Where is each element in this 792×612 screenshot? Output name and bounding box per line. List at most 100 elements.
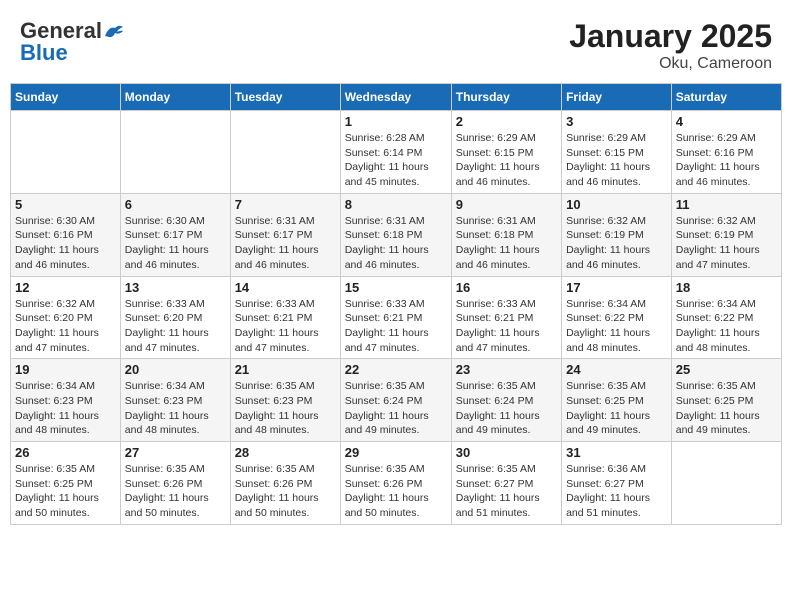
day-info: Sunrise: 6:33 AM Sunset: 6:20 PM Dayligh… <box>125 297 226 356</box>
day-number: 17 <box>566 280 667 295</box>
day-info: Sunrise: 6:34 AM Sunset: 6:23 PM Dayligh… <box>15 379 116 438</box>
day-info: Sunrise: 6:35 AM Sunset: 6:26 PM Dayligh… <box>235 462 336 521</box>
day-number: 18 <box>676 280 777 295</box>
day-info: Sunrise: 6:29 AM Sunset: 6:16 PM Dayligh… <box>676 131 777 190</box>
day-number: 7 <box>235 197 336 212</box>
calendar-cell: 9 Sunrise: 6:31 AM Sunset: 6:18 PM Daylig… <box>451 193 561 276</box>
day-number: 21 <box>235 362 336 377</box>
day-info: Sunrise: 6:34 AM Sunset: 6:22 PM Dayligh… <box>566 297 667 356</box>
day-number: 1 <box>345 114 447 129</box>
calendar-cell: 27Sunrise: 6:35 AM Sunset: 6:26 PM Dayli… <box>120 442 230 525</box>
calendar-cell <box>230 111 340 194</box>
calendar-week-row: 19 Sunrise: 6:34 AM Sunset: 6:23 PM Dayli… <box>11 359 782 442</box>
day-number: 15 <box>345 280 447 295</box>
calendar-cell: 29 Sunrise: 6:35 AM Sunset: 6:26 PM Dayli… <box>340 442 451 525</box>
calendar-cell: 22 Sunrise: 6:35 AM Sunset: 6:24 PM Dayli… <box>340 359 451 442</box>
calendar-cell: 12 Sunrise: 6:32 AM Sunset: 6:20 PM Dayli… <box>11 276 121 359</box>
calendar-cell: 21 Sunrise: 6:35 AM Sunset: 6:23 PM Dayli… <box>230 359 340 442</box>
calendar-cell: 3 Sunrise: 6:29 AM Sunset: 6:15 PM Daylig… <box>562 111 672 194</box>
calendar-cell: 18 Sunrise: 6:34 AM Sunset: 6:22 PM Dayli… <box>671 276 781 359</box>
day-info: Sunrise: 6:34 AM Sunset: 6:23 PM Dayligh… <box>125 379 226 438</box>
logo-blue: Blue <box>20 40 68 66</box>
calendar-cell: 26 Sunrise: 6:35 AM Sunset: 6:25 PM Dayli… <box>11 442 121 525</box>
col-thursday: Thursday <box>451 84 561 111</box>
calendar-cell: 20 Sunrise: 6:34 AM Sunset: 6:23 PM Dayli… <box>120 359 230 442</box>
calendar-cell: 30Sunrise: 6:35 AM Sunset: 6:27 PM Dayli… <box>451 442 561 525</box>
calendar-title: January 2025 <box>569 18 772 55</box>
calendar-cell: 10Sunrise: 6:32 AM Sunset: 6:19 PM Dayli… <box>562 193 672 276</box>
col-saturday: Saturday <box>671 84 781 111</box>
day-info: Sunrise: 6:30 AM Sunset: 6:16 PM Dayligh… <box>15 214 116 273</box>
calendar-cell: 31Sunrise: 6:36 AM Sunset: 6:27 PM Dayli… <box>562 442 672 525</box>
day-info: Sunrise: 6:31 AM Sunset: 6:18 PM Dayligh… <box>345 214 447 273</box>
calendar-subtitle: Oku, Cameroon <box>569 55 772 73</box>
day-number: 30 <box>456 445 557 460</box>
day-number: 3 <box>566 114 667 129</box>
day-number: 25 <box>676 362 777 377</box>
day-number: 19 <box>15 362 116 377</box>
logo-bird-icon <box>103 22 125 40</box>
day-number: 4 <box>676 114 777 129</box>
title-block: January 2025 Oku, Cameroon <box>569 18 772 73</box>
col-friday: Friday <box>562 84 672 111</box>
day-number: 27 <box>125 445 226 460</box>
weekday-header-row: Sunday Monday Tuesday Wednesday Thursday… <box>11 84 782 111</box>
calendar-cell: 17 Sunrise: 6:34 AM Sunset: 6:22 PM Dayli… <box>562 276 672 359</box>
calendar-week-row: 5Sunrise: 6:30 AM Sunset: 6:16 PM Daylig… <box>11 193 782 276</box>
day-number: 22 <box>345 362 447 377</box>
col-monday: Monday <box>120 84 230 111</box>
day-number: 28 <box>235 445 336 460</box>
day-number: 31 <box>566 445 667 460</box>
day-number: 29 <box>345 445 447 460</box>
calendar-cell: 23 Sunrise: 6:35 AM Sunset: 6:24 PM Dayli… <box>451 359 561 442</box>
day-number: 20 <box>125 362 226 377</box>
day-info: Sunrise: 6:34 AM Sunset: 6:22 PM Dayligh… <box>676 297 777 356</box>
day-info: Sunrise: 6:33 AM Sunset: 6:21 PM Dayligh… <box>345 297 447 356</box>
calendar-table: Sunday Monday Tuesday Wednesday Thursday… <box>10 83 782 525</box>
day-number: 24 <box>566 362 667 377</box>
day-number: 8 <box>345 197 447 212</box>
col-wednesday: Wednesday <box>340 84 451 111</box>
calendar-cell: 25 Sunrise: 6:35 AM Sunset: 6:25 PM Dayli… <box>671 359 781 442</box>
day-number: 11 <box>676 197 777 212</box>
day-info: Sunrise: 6:29 AM Sunset: 6:15 PM Dayligh… <box>566 131 667 190</box>
logo: General Blue <box>20 18 125 66</box>
day-number: 16 <box>456 280 557 295</box>
day-number: 6 <box>125 197 226 212</box>
calendar-cell: 16Sunrise: 6:33 AM Sunset: 6:21 PM Dayli… <box>451 276 561 359</box>
day-info: Sunrise: 6:35 AM Sunset: 6:25 PM Dayligh… <box>15 462 116 521</box>
day-info: Sunrise: 6:32 AM Sunset: 6:20 PM Dayligh… <box>15 297 116 356</box>
calendar-cell: 11Sunrise: 6:32 AM Sunset: 6:19 PM Dayli… <box>671 193 781 276</box>
col-tuesday: Tuesday <box>230 84 340 111</box>
calendar-week-row: 26 Sunrise: 6:35 AM Sunset: 6:25 PM Dayli… <box>11 442 782 525</box>
day-info: Sunrise: 6:28 AM Sunset: 6:14 PM Dayligh… <box>345 131 447 190</box>
calendar-cell: 28 Sunrise: 6:35 AM Sunset: 6:26 PM Dayli… <box>230 442 340 525</box>
calendar-cell: 1 Sunrise: 6:28 AM Sunset: 6:14 PM Daylig… <box>340 111 451 194</box>
page-header: General Blue January 2025 Oku, Cameroon <box>10 10 782 77</box>
calendar-cell: 7 Sunrise: 6:31 AM Sunset: 6:17 PM Daylig… <box>230 193 340 276</box>
calendar-cell: 13Sunrise: 6:33 AM Sunset: 6:20 PM Dayli… <box>120 276 230 359</box>
day-info: Sunrise: 6:30 AM Sunset: 6:17 PM Dayligh… <box>125 214 226 273</box>
day-info: Sunrise: 6:31 AM Sunset: 6:17 PM Dayligh… <box>235 214 336 273</box>
calendar-cell: 14Sunrise: 6:33 AM Sunset: 6:21 PM Dayli… <box>230 276 340 359</box>
day-number: 26 <box>15 445 116 460</box>
day-info: Sunrise: 6:35 AM Sunset: 6:24 PM Dayligh… <box>456 379 557 438</box>
day-info: Sunrise: 6:35 AM Sunset: 6:25 PM Dayligh… <box>566 379 667 438</box>
calendar-cell <box>120 111 230 194</box>
day-number: 23 <box>456 362 557 377</box>
calendar-cell <box>11 111 121 194</box>
day-number: 12 <box>15 280 116 295</box>
calendar-cell: 24 Sunrise: 6:35 AM Sunset: 6:25 PM Dayli… <box>562 359 672 442</box>
day-info: Sunrise: 6:35 AM Sunset: 6:25 PM Dayligh… <box>676 379 777 438</box>
calendar-cell: 2Sunrise: 6:29 AM Sunset: 6:15 PM Daylig… <box>451 111 561 194</box>
day-info: Sunrise: 6:35 AM Sunset: 6:26 PM Dayligh… <box>345 462 447 521</box>
day-number: 9 <box>456 197 557 212</box>
calendar-cell <box>671 442 781 525</box>
day-info: Sunrise: 6:35 AM Sunset: 6:23 PM Dayligh… <box>235 379 336 438</box>
day-number: 14 <box>235 280 336 295</box>
calendar-cell: 6 Sunrise: 6:30 AM Sunset: 6:17 PM Daylig… <box>120 193 230 276</box>
day-info: Sunrise: 6:35 AM Sunset: 6:24 PM Dayligh… <box>345 379 447 438</box>
day-info: Sunrise: 6:31 AM Sunset: 6:18 PM Dayligh… <box>456 214 557 273</box>
day-number: 2 <box>456 114 557 129</box>
calendar-cell: 19 Sunrise: 6:34 AM Sunset: 6:23 PM Dayli… <box>11 359 121 442</box>
